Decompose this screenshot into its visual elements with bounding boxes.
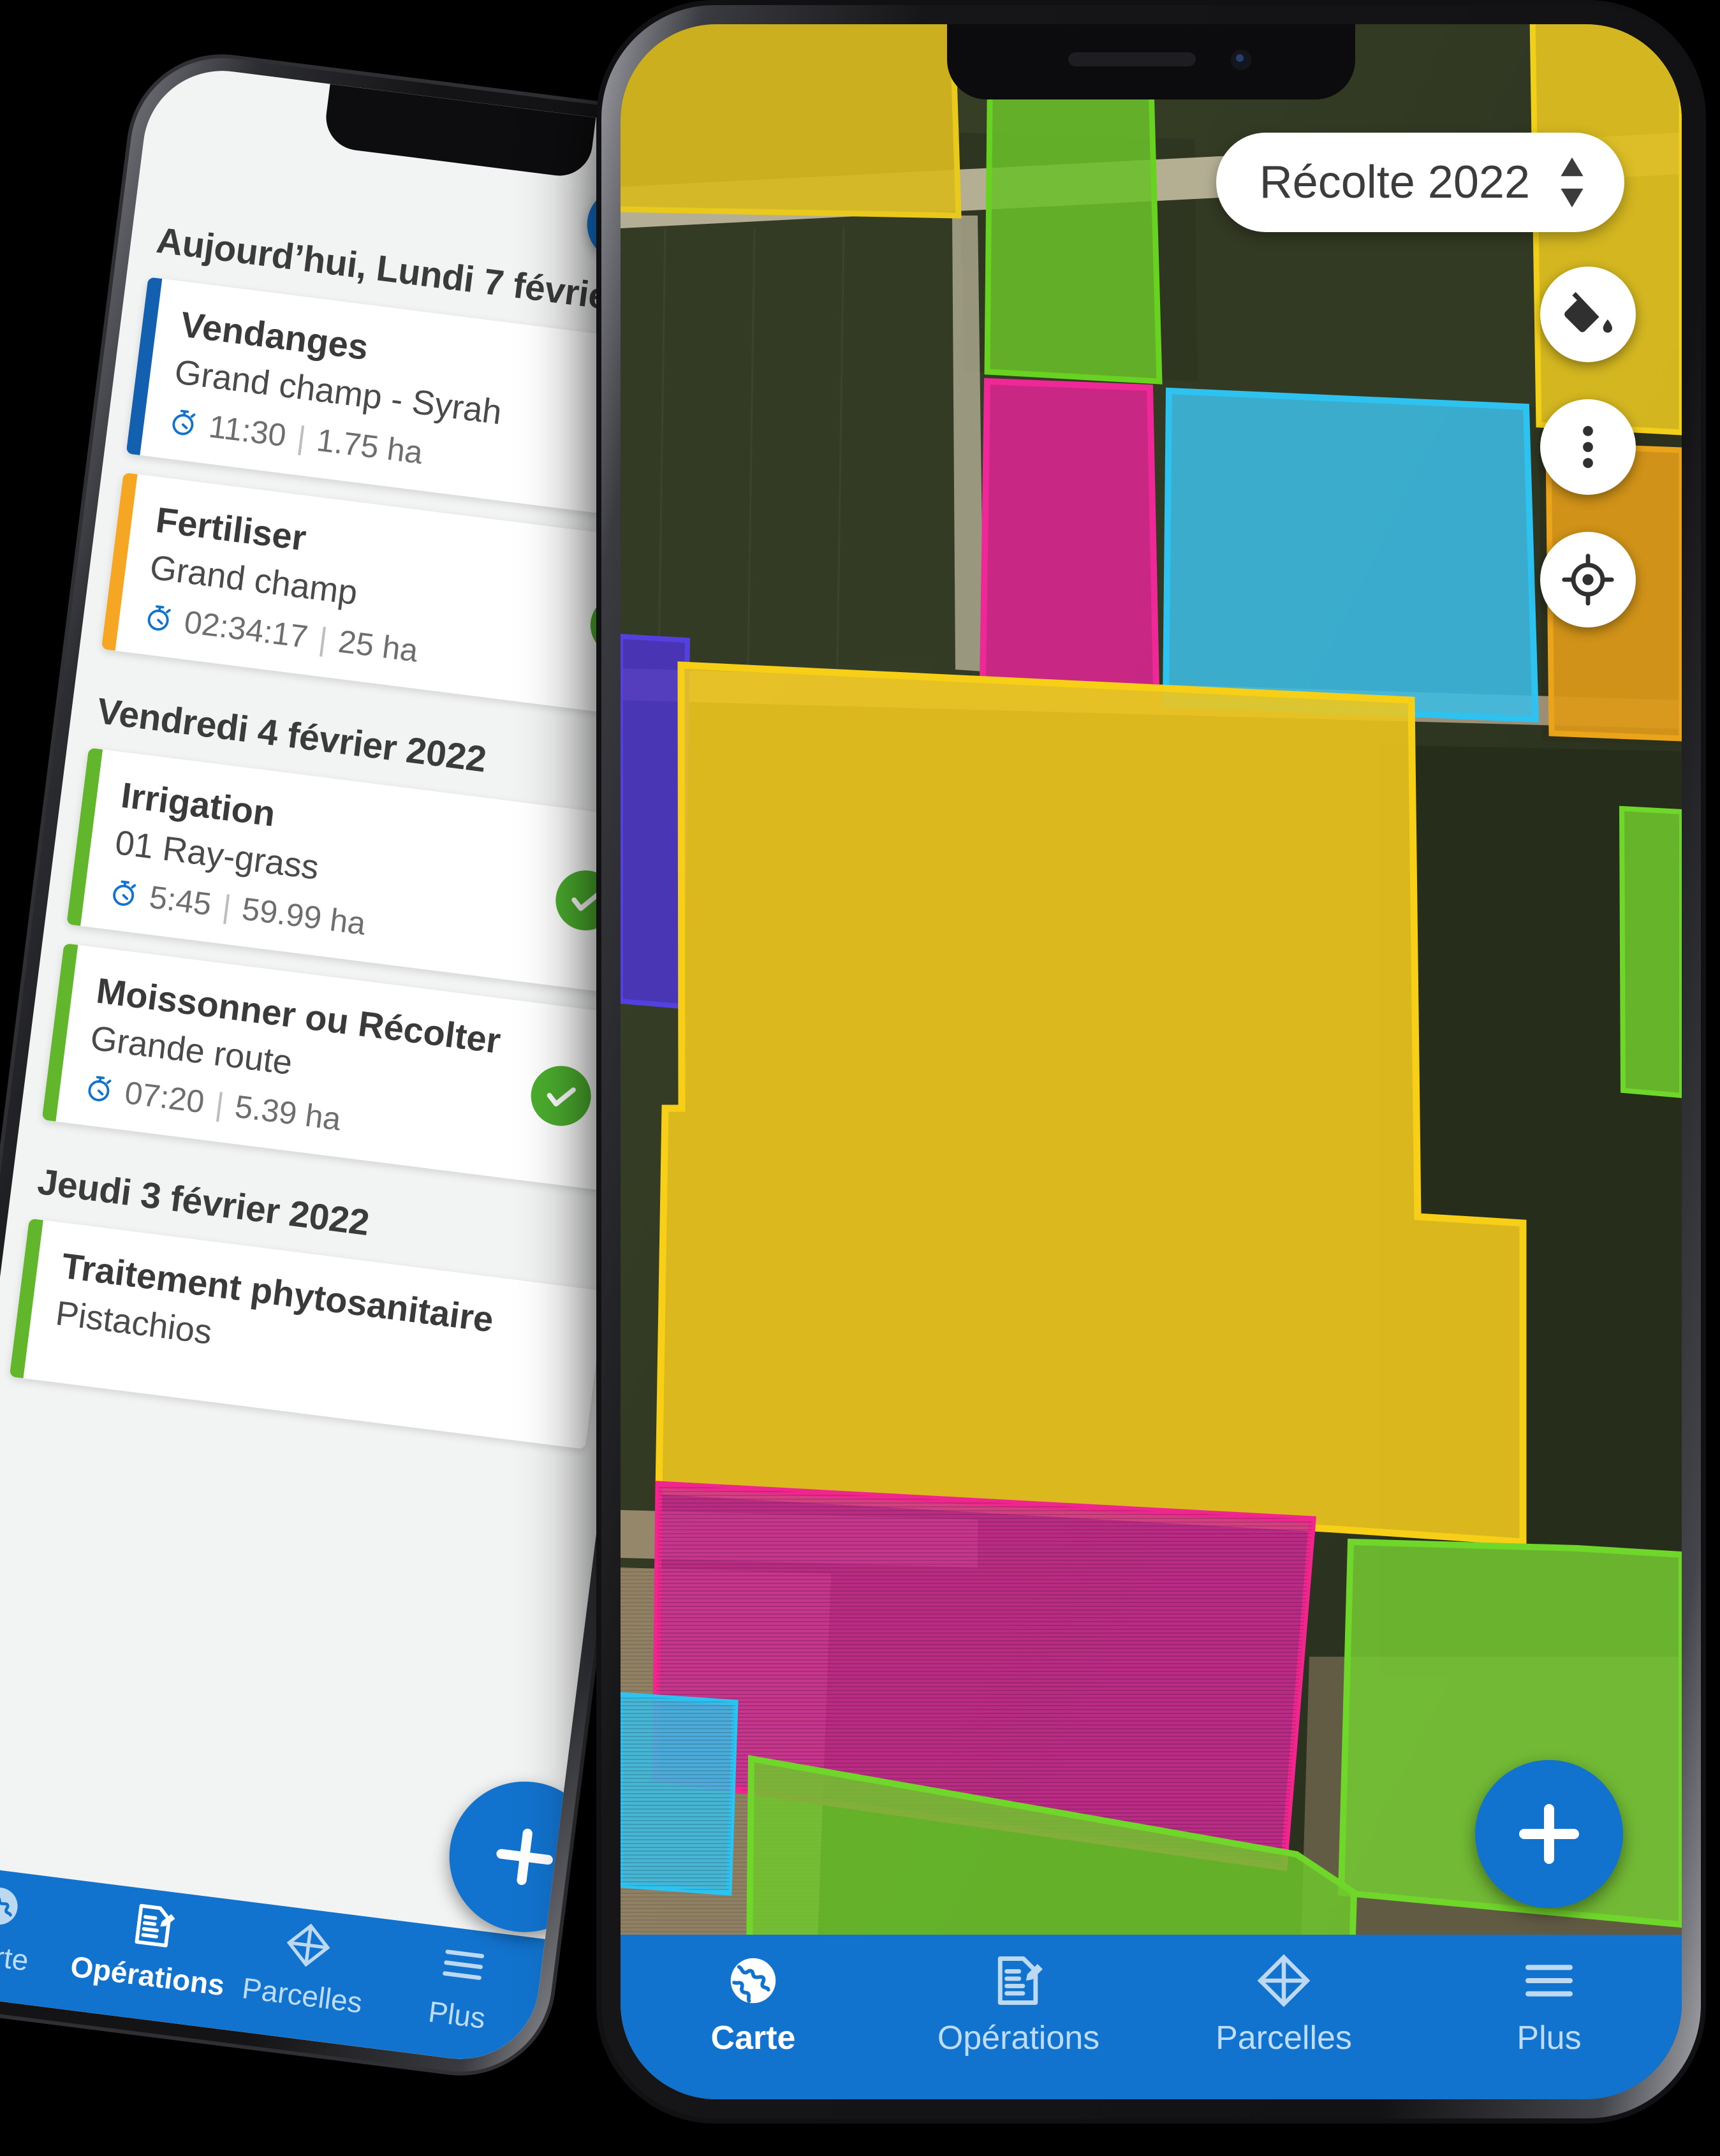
- operation-area: 5.39 ha: [233, 1088, 343, 1138]
- diamond-grid-icon: [1257, 1954, 1311, 2007]
- stopwatch-icon: [113, 880, 136, 906]
- tab-parcelles[interactable]: Parcelles: [1151, 1951, 1416, 2057]
- meta-separator: |: [220, 888, 233, 925]
- foreground-phone: Récolte 2022 Carte Opérations Parcelles …: [596, 0, 1706, 2123]
- season-selector[interactable]: Récolte 2022: [1216, 133, 1624, 232]
- map-controls[interactable]: [1540, 267, 1636, 627]
- diamond-grid-icon: [286, 1923, 330, 1967]
- operation-duration: 11:30: [207, 408, 288, 454]
- tab-label: Opérations: [68, 1949, 227, 2002]
- globe-icon: [0, 1888, 18, 1925]
- three-dots-vertical-icon: [1583, 426, 1593, 468]
- tab-plus[interactable]: Plus: [1416, 1951, 1682, 2057]
- operation-duration: 5:45: [147, 879, 214, 923]
- hamburger-icon: [442, 1949, 484, 1980]
- tab-label: Opérations: [937, 2020, 1100, 2057]
- tab-label: Parcelles: [240, 1971, 365, 2020]
- operation-duration: 02:34:17: [182, 603, 310, 655]
- up-down-chevron-icon: [1561, 157, 1584, 208]
- phone-screen: Récolte 2022 Carte Opérations Parcelles …: [621, 24, 1682, 2099]
- operation-duration: 07:20: [122, 1074, 207, 1120]
- tab-label: Plus: [1517, 2020, 1582, 2057]
- add-button[interactable]: [1475, 1760, 1623, 1908]
- bottom-navigation[interactable]: Carte Opérations Parcelles Plus: [621, 1935, 1682, 2099]
- tab-operations[interactable]: Opérations: [886, 1951, 1151, 2057]
- fill-color-button[interactable]: [1540, 267, 1636, 362]
- crosshair-icon: [1562, 554, 1614, 606]
- stopwatch-icon: [172, 409, 196, 436]
- tab-operations[interactable]: Opérations: [68, 1892, 235, 2003]
- plus-icon: [1519, 1804, 1579, 1864]
- paint-bucket-icon: [1564, 291, 1612, 333]
- meta-separator: |: [213, 1086, 226, 1123]
- meta-separator: |: [295, 419, 308, 457]
- earpiece-speaker: [1068, 52, 1196, 66]
- globe-icon: [730, 1958, 776, 2004]
- tab-parcelles[interactable]: Parcelles: [223, 1911, 389, 2022]
- operation-area: 1.75 ha: [314, 422, 425, 471]
- document-pencil-icon: [135, 1903, 175, 1947]
- tab-label: Carte: [710, 2020, 796, 2057]
- locate-me-button[interactable]: [1540, 532, 1636, 627]
- tab-carte[interactable]: Carte: [621, 1951, 886, 2057]
- document-pencil-icon: [997, 1956, 1043, 2005]
- more-options-button[interactable]: [1540, 399, 1636, 495]
- check-icon: [547, 1087, 577, 1106]
- front-camera: [1231, 50, 1251, 70]
- tab-label: Plus: [426, 1995, 488, 2035]
- stopwatch-icon: [147, 605, 171, 631]
- hamburger-icon: [1525, 1965, 1573, 1997]
- operation-area: 59.99 ha: [240, 890, 368, 942]
- meta-separator: |: [316, 620, 330, 657]
- season-value: Récolte 2022: [1259, 157, 1530, 208]
- operation-area: 25 ha: [336, 623, 420, 669]
- tab-label: Parcelles: [1216, 2020, 1352, 2057]
- tab-carte[interactable]: Carte: [0, 1872, 80, 1983]
- tab-label: Carte: [0, 1935, 31, 1977]
- tab-plus[interactable]: Plus: [378, 1931, 544, 2042]
- stopwatch-icon: [88, 1076, 112, 1102]
- notch: [947, 24, 1355, 99]
